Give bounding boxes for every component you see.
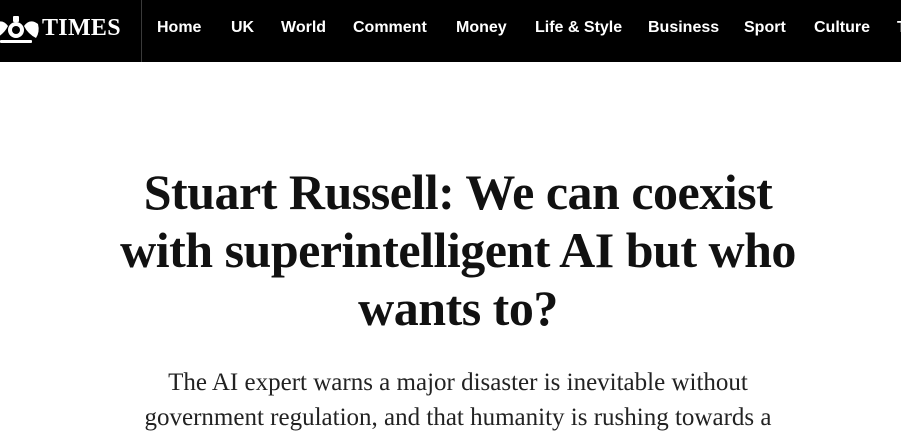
article-headline: Stuart Russell: We can coexist with supe…: [120, 164, 796, 336]
masthead-title: TIMES: [42, 15, 121, 41]
nav-item-business[interactable]: Business: [648, 17, 719, 39]
top-navigation-bar: TIMES Home UK World Comment Money Life &…: [0, 0, 901, 62]
page: TIMES Home UK World Comment Money Life &…: [0, 0, 901, 436]
article-standfirst: The AI expert warns a major disaster is …: [144, 369, 772, 431]
section-nav: Home UK World Comment Money Life & Style…: [143, 0, 901, 62]
nav-item-comment[interactable]: Comment: [353, 17, 427, 39]
nav-item-sport[interactable]: Sport: [744, 17, 786, 39]
masthead-logo[interactable]: TIMES: [0, 0, 142, 62]
nav-item-life-style[interactable]: Life & Style: [535, 17, 622, 39]
nav-item-world[interactable]: World: [281, 17, 326, 39]
nav-item-culture[interactable]: Culture: [814, 17, 870, 39]
nav-item-uk[interactable]: UK: [231, 17, 254, 39]
nav-item-truncated[interactable]: T: [897, 17, 901, 39]
nav-item-money[interactable]: Money: [456, 17, 507, 39]
nav-item-home[interactable]: Home: [157, 17, 201, 39]
royal-crest-icon: [0, 16, 39, 43]
